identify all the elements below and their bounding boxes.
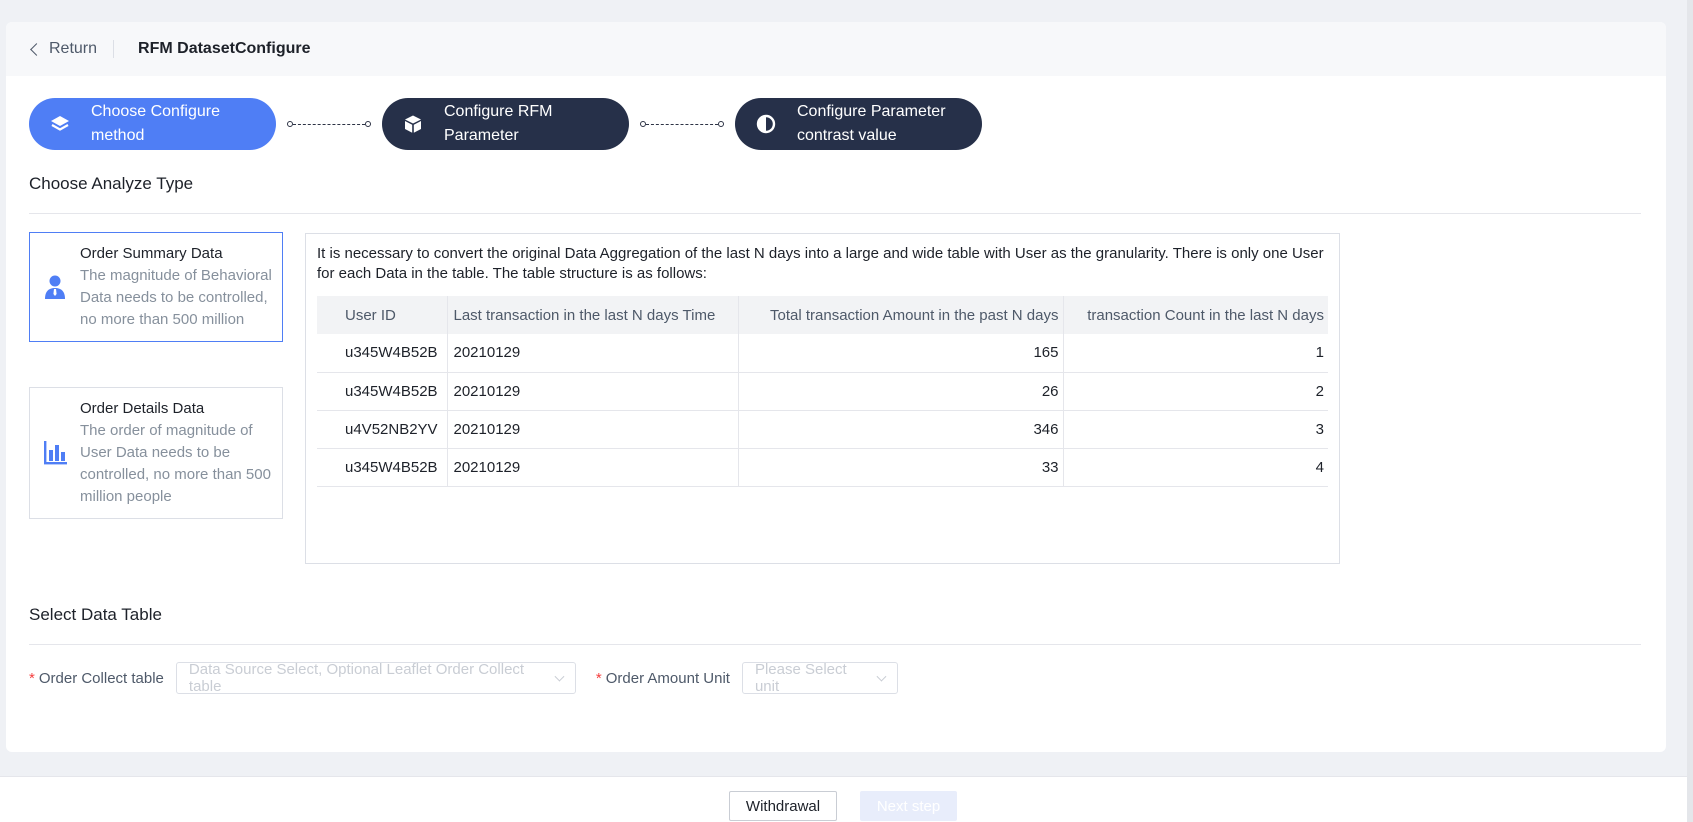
step-label: contrast value (797, 127, 897, 144)
step-connector (629, 121, 735, 127)
step-connector (276, 121, 382, 127)
amount-unit-label: Order Amount Unit (605, 669, 730, 687)
table-cell: 346 (737, 410, 1063, 449)
step-label: Parameter (444, 127, 519, 144)
return-button[interactable]: Return (30, 40, 98, 58)
table-cell: u345W4B52B (317, 334, 447, 373)
type-card-title: Order Summary Data (80, 245, 223, 262)
chevron-left-icon (30, 42, 43, 56)
step-configure-rfm-parameter[interactable]: Configure RFM Parameter (382, 98, 629, 150)
table-cell: u345W4B52B (317, 372, 447, 411)
table-cell: 2 (1062, 372, 1328, 411)
type-card-order-summary[interactable]: Order Summary Data The magnitude of Beha… (29, 232, 283, 342)
table-cell: 165 (737, 334, 1063, 373)
chevron-down-icon (554, 671, 565, 681)
header-divider (113, 40, 115, 58)
step-label: Configure Parameter (797, 103, 946, 120)
structure-description-panel: It is necessary to convert the original … (305, 233, 1340, 564)
column-header: Total transaction Amount in the past N d… (737, 296, 1063, 334)
return-label: Return (49, 40, 98, 57)
table-cell: 3 (1062, 410, 1328, 449)
user-icon (30, 243, 80, 331)
order-collect-placeholder: Data Source Select, Optional Leaflet Ord… (188, 661, 525, 695)
table-cell: 20210129 (446, 372, 738, 411)
chevron-down-icon (876, 671, 887, 681)
step-label: Choose Configure (91, 103, 220, 120)
structure-description: It is necessary to convert the original … (317, 245, 1324, 282)
step-configure-parameter-contrast[interactable]: Configure Parameter contrast value (735, 98, 982, 150)
step-label: method (91, 127, 145, 144)
type-card-description: The order of magnitude of User Data need… (80, 422, 271, 505)
type-card-order-details[interactable]: Order Details Data The order of magnitud… (29, 387, 283, 519)
column-header: User ID (317, 296, 447, 334)
type-card-title: Order Details Data (80, 400, 205, 417)
page-title: RFM DatasetConfigure (138, 40, 311, 57)
table-row: u345W4B52B 20210129 165 1 (317, 334, 1328, 373)
column-header: transaction Count in the last N days (1062, 296, 1328, 334)
table-row: u4V52NB2YV 20210129 346 3 (317, 410, 1328, 449)
contrast-icon (735, 114, 797, 134)
page-header: Return RFM DatasetConfigure (6, 22, 1666, 76)
table-header-row: User ID Last transaction in the last N d… (317, 296, 1328, 334)
type-card-description: The magnitude of Behavioral Data needs t… (80, 267, 272, 328)
table-cell: 20210129 (446, 448, 738, 487)
table-cell: 4 (1062, 448, 1328, 487)
amount-unit-placeholder: Please Select unit (754, 661, 847, 695)
column-header: Last transaction in the last N days Time (446, 296, 738, 334)
table-cell: 1 (1062, 334, 1328, 373)
table-cell: u345W4B52B (317, 448, 447, 487)
required-marker: * (595, 669, 602, 687)
table-row: u345W4B52B 20210129 33 4 (317, 448, 1328, 487)
withdrawal-button[interactable]: Withdrawal (729, 791, 837, 821)
analyze-type-title: Choose Analyze Type (29, 174, 194, 193)
amount-unit-select[interactable]: Please Select unit (741, 661, 898, 695)
divider (29, 213, 1641, 214)
table-cell: 20210129 (446, 334, 738, 373)
stepper: Choose Configure method Configure RFM Para… (29, 98, 982, 150)
step-label: Configure RFM (444, 103, 553, 120)
order-collect-select[interactable]: Data Source Select, Optional Leaflet Ord… (175, 661, 576, 695)
data-table-form: * Order Collect table Data Source Select… (29, 661, 898, 695)
footer-bar: Withdrawal Next step (0, 776, 1687, 822)
table-cell: 33 (737, 448, 1063, 487)
table-cell: 20210129 (446, 410, 738, 449)
table-cell: 26 (737, 372, 1063, 411)
required-marker: * (29, 669, 35, 687)
divider (29, 644, 1641, 645)
step-choose-configure-method[interactable]: Choose Configure method (29, 98, 276, 150)
table-row: u345W4B52B 20210129 26 2 (317, 372, 1328, 411)
example-table: User ID Last transaction in the last N d… (317, 296, 1328, 487)
data-table-title: Select Data Table (29, 605, 162, 624)
next-step-button[interactable]: Next step (860, 791, 957, 821)
order-collect-label: Order Collect table (38, 669, 164, 687)
cube-icon (382, 114, 444, 134)
bar-chart-icon (30, 398, 80, 508)
layers-icon (29, 114, 91, 134)
scrollbar[interactable] (1687, 0, 1693, 822)
table-cell: u4V52NB2YV (317, 410, 447, 449)
